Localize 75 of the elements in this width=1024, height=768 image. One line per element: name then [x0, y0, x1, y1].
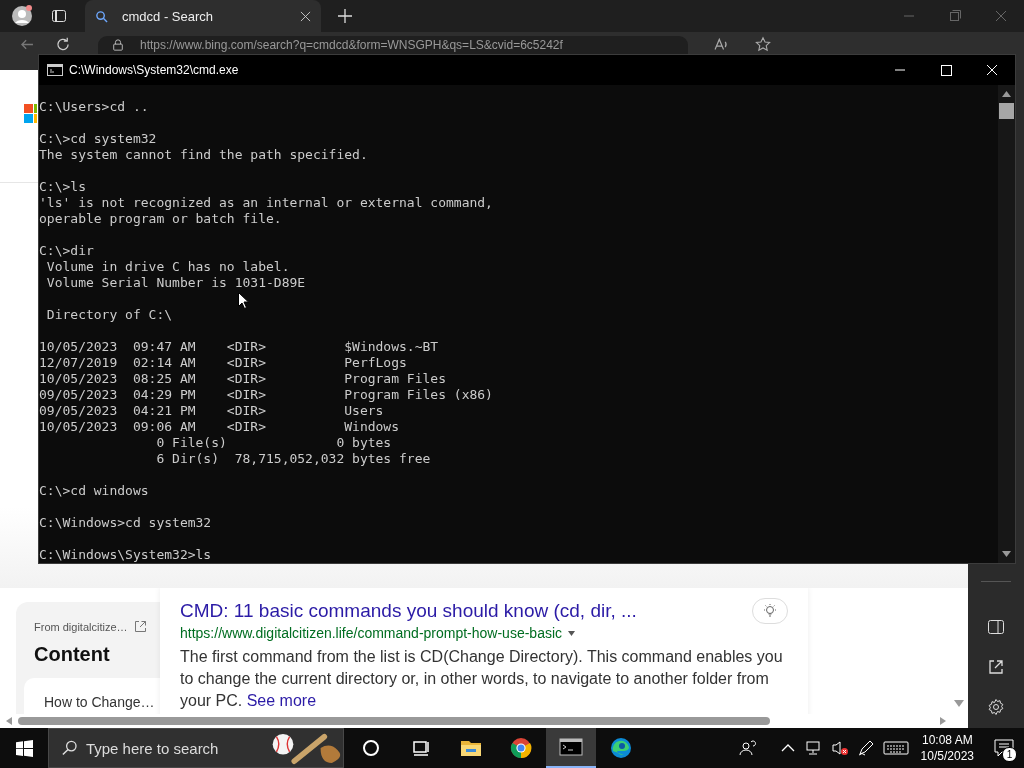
taskbar-app-button[interactable] — [546, 728, 596, 768]
new-tab-icon[interactable] — [337, 8, 353, 24]
see-more-link[interactable]: See more — [246, 692, 317, 709]
console-line: 12/07/2019 02:14 AM <DIR> PerfLogs — [39, 355, 408, 371]
star-icon[interactable] — [754, 36, 772, 53]
clock-date[interactable]: 10/5/2023 — [920, 748, 974, 764]
speech-bubble-icon — [994, 739, 1014, 757]
scroll-right-icon[interactable] — [940, 717, 946, 725]
lightbulb-icon — [762, 603, 778, 619]
split-panel-icon[interactable] — [987, 618, 1005, 636]
console-line: C:\>cd windows — [39, 483, 150, 499]
console-line: C:\>cd system32 — [39, 131, 158, 147]
scrollbar-thumb[interactable] — [999, 103, 1014, 119]
console-line: 10/05/2023 08:25 AM <DIR> Program Files — [39, 371, 447, 387]
console-icon — [559, 735, 583, 759]
muted-speaker-icon[interactable] — [830, 739, 849, 757]
console-line: 10/05/2023 09:06 AM <DIR> Windows — [39, 419, 401, 435]
console-line: Volume in drive C has no label. — [45, 259, 291, 275]
scrollbar[interactable] — [998, 85, 1015, 563]
mouse-pointer-icon — [238, 292, 249, 309]
read-aloud-icon[interactable] — [712, 36, 730, 53]
browser-tab[interactable]: cmdcd - Search — [85, 0, 321, 32]
url-text: https://www.bing.com/search?q=cmdcd&form=WNSGPH&qs=LS&cvid=6c5242f — [140, 37, 563, 53]
console-line: 6 Dir(s) 78,715,052,032 bytes free — [155, 451, 432, 467]
console-line: The system cannot find the path specified. — [39, 147, 369, 163]
lock-icon — [112, 39, 124, 51]
search-icon — [61, 739, 78, 757]
console-line: 09/05/2023 04:29 PM <DIR> Program Files (x86) — [39, 387, 494, 403]
console-line: C:\Windows\System32>ls — [39, 547, 213, 563]
console-line: 09/05/2023 04:21 PM <DIR> Users — [39, 403, 385, 419]
console-line: C:\Windows>cd system32 — [39, 515, 213, 531]
scroll-up-icon[interactable] — [1002, 91, 1011, 97]
chrome-icon — [509, 736, 533, 760]
result-snippet: The first command from the list is CD(Change Directory). This command enables you to change the current directory or, in other words, to navigate to another folder from your PC. See more — [180, 647, 784, 711]
scroll-down-icon[interactable] — [954, 700, 964, 708]
close-icon[interactable] — [300, 10, 311, 22]
console-line: 'ls' is not recognized as an internal or external command, — [39, 195, 494, 211]
search-icon — [95, 9, 108, 23]
scroll-left-icon[interactable] — [6, 717, 12, 725]
edge-icon — [609, 736, 633, 760]
console-line: 10/05/2023 09:47 AM <DIR> $Windows.~BT — [39, 339, 440, 355]
clock-time[interactable]: 10:08 AM — [921, 732, 973, 748]
panel-item[interactable]: How to Change… — [24, 678, 160, 714]
network-icon[interactable] — [804, 739, 823, 757]
keyboard-icon[interactable] — [882, 739, 909, 757]
window-title: C:\Windows\System32\cmd.exe — [69, 63, 239, 77]
console-line: Directory of C:\ — [45, 307, 174, 323]
result-url: https://www.digitalcitizen.life/command-prompt-how-use-basic — [180, 624, 563, 642]
panel-heading: Content — [34, 643, 111, 666]
address-bar[interactable]: https://www.bing.com/search?q=cmdcd&form=WNSGPH&qs=LS&cvid=6c5242f — [98, 36, 688, 54]
source-label: From digitalcitize… — [34, 620, 128, 633]
profile-avatar[interactable] — [11, 5, 33, 27]
settings-icon[interactable] — [987, 698, 1005, 716]
external-link-icon[interactable] — [987, 658, 1005, 676]
tab-actions-icon[interactable] — [51, 8, 67, 24]
search-box[interactable]: Type here to search — [48, 728, 344, 768]
logo-icon[interactable] — [24, 104, 37, 124]
scrollbar-thumb[interactable] — [18, 717, 770, 725]
refresh-icon[interactable] — [54, 36, 72, 53]
search-field[interactable]: Type here to search — [85, 737, 266, 759]
console-line: C:\>dir — [39, 243, 95, 259]
console-line: C:\>ls — [39, 179, 87, 195]
console-line: Volume Serial Number is 1031-D89E — [45, 275, 307, 291]
console-icon — [47, 64, 63, 76]
notification-count: 1 — [1002, 747, 1017, 762]
windows-logo-icon — [15, 739, 33, 757]
scroll-down-icon[interactable] — [1002, 551, 1011, 557]
console-line: C:\Users>cd .. — [39, 99, 150, 115]
pen-icon[interactable] — [856, 739, 875, 757]
console-line: 0 File(s) 0 bytes — [155, 435, 393, 451]
people-icon[interactable] — [738, 739, 757, 757]
console-line: operable program or batch file. — [39, 211, 283, 227]
notification-button[interactable]: 1 — [984, 728, 1024, 768]
result-title-link[interactable]: CMD: 11 basic commands you should know (cd, dir, ... — [180, 599, 637, 623]
caret-icon[interactable] — [568, 630, 576, 636]
